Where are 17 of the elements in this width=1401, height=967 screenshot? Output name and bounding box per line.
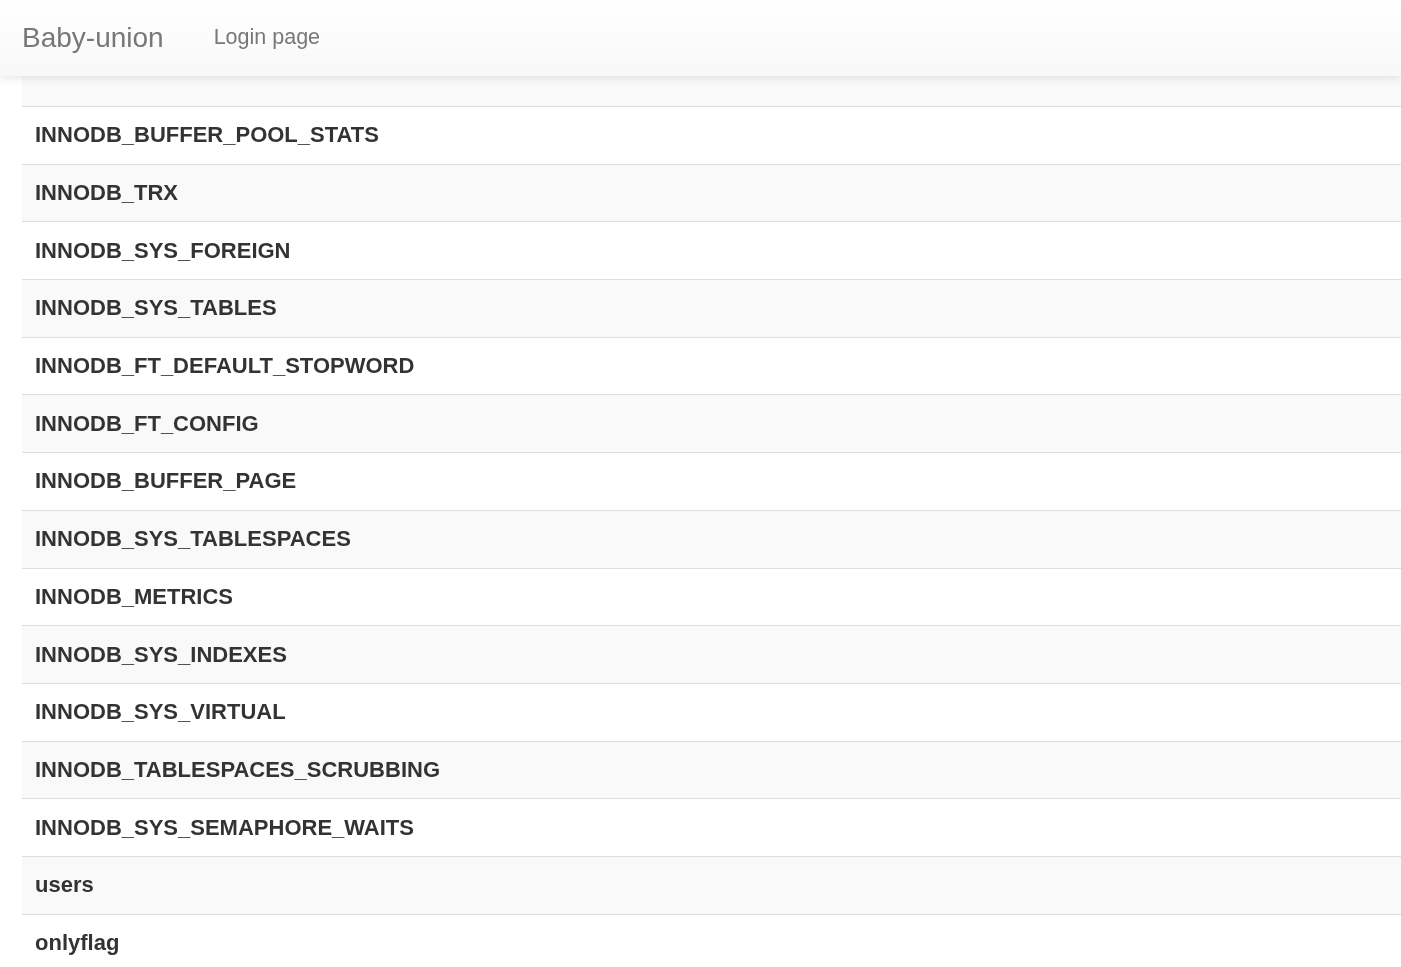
table-cell: INNODB_SYS_TABLESPACES (35, 528, 351, 551)
table-cell: INNODB_SYS_VIRTUAL (35, 701, 286, 724)
table-cell: INNODB_BUFFER_PAGE (35, 470, 297, 493)
table-cell: INNODB_FT_CONFIG (35, 412, 259, 435)
table-cell: INNODB_SYS_FOREIGN (35, 239, 291, 262)
table-cell: INNODB_TABLESPACES_SCRUBBING (35, 758, 440, 781)
table-cell: INNODB_BUFFER_POOL_STATS (35, 124, 379, 147)
brand-link[interactable]: Baby-union (22, 24, 164, 52)
table-cell: INNODB_SYS_INDEXES (35, 643, 287, 666)
nav-link[interactable]: Login page (213, 27, 321, 49)
table-cell: INNODB_SYS_TABLES (35, 297, 277, 320)
table-cell: onlyflag (35, 931, 120, 954)
table-cell: INNODB_TRX (35, 182, 178, 205)
table-cell: INNODB_METRICS (35, 585, 233, 608)
table-cell: users (35, 874, 94, 897)
table-cell: INNODB_FT_DEFAULT_STOPWORD (35, 355, 415, 378)
table-cell: INNODB_SYS_SEMAPHORE_WAITS (35, 816, 414, 839)
